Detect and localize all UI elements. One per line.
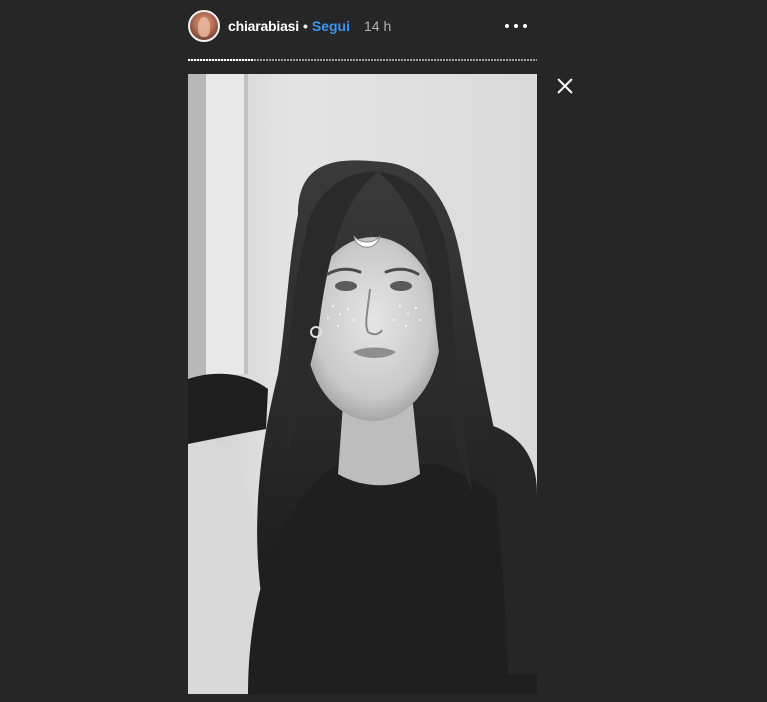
more-options-icon[interactable]: [505, 17, 527, 35]
separator-dot: •: [302, 18, 308, 34]
follow-button[interactable]: Segui: [312, 18, 350, 34]
more-dot: [505, 24, 509, 28]
time-ago: 14 h: [363, 18, 392, 34]
close-icon[interactable]: [553, 74, 577, 98]
more-dot: [523, 24, 527, 28]
story-viewer: chiarabiasi • Segui 14 h: [0, 0, 767, 702]
profile-avatar[interactable]: [188, 10, 220, 42]
story-media[interactable]: [188, 74, 537, 694]
username[interactable]: chiarabiasi: [228, 18, 299, 34]
story-progress-fill: [188, 59, 255, 61]
story-image: [188, 74, 537, 694]
story-progress-bar: [188, 59, 537, 61]
more-dot: [514, 24, 518, 28]
story-header: chiarabiasi • Segui 14 h: [188, 9, 537, 43]
